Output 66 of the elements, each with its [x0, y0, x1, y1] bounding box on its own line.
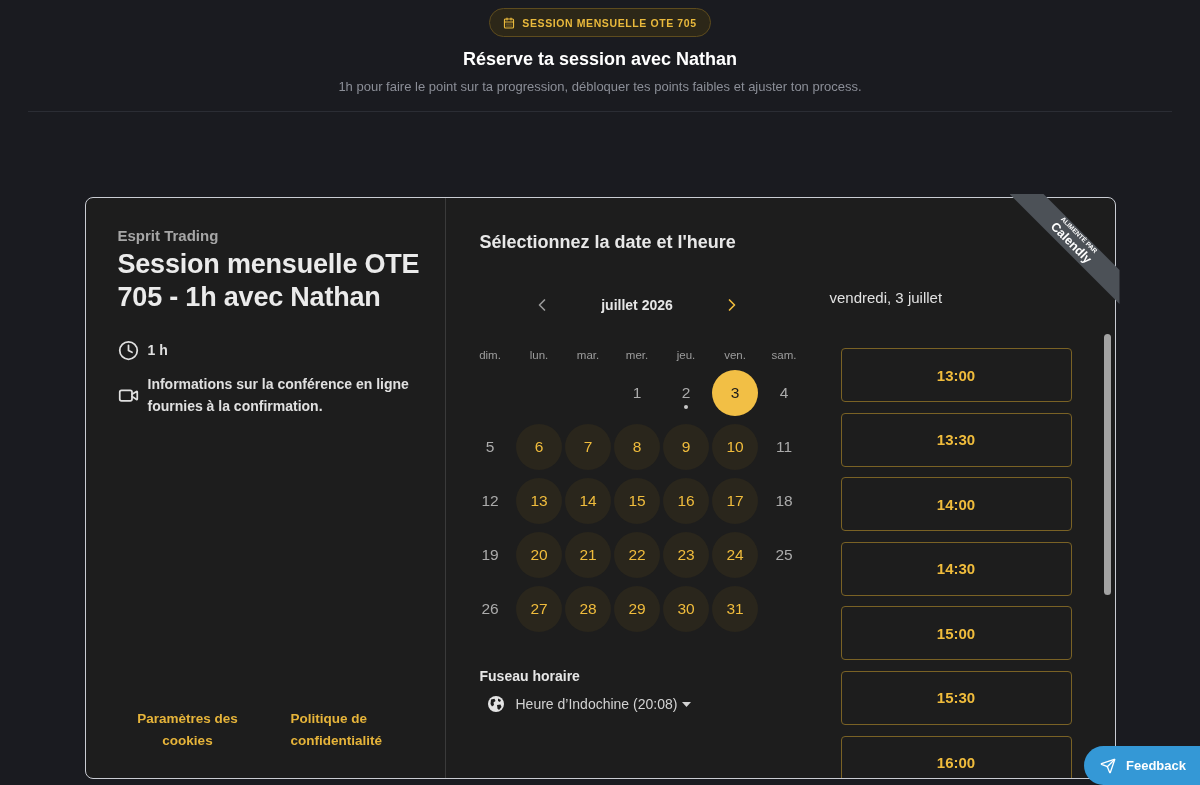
calendar-day: 5	[467, 424, 513, 470]
clock-icon	[117, 339, 139, 361]
globe-icon	[487, 696, 504, 712]
calendar-day[interactable]: 30	[663, 586, 709, 632]
calendar-day[interactable]: 13	[516, 478, 562, 524]
time-slot-button[interactable]: 15:00	[840, 606, 1072, 661]
calendar-day[interactable]: 31	[712, 586, 758, 632]
time-slot-button[interactable]: 13:00	[840, 348, 1072, 402]
calendar-day[interactable]: 24	[712, 532, 758, 578]
calendar-day: 11	[761, 424, 807, 470]
page-title: Réserve ta session avec Nathan	[462, 48, 738, 71]
calendar-day[interactable]: 20	[516, 532, 562, 578]
calendar-day[interactable]: 9	[663, 424, 709, 470]
calendar-day[interactable]: 3	[712, 370, 758, 416]
weekday-label: dim.	[479, 349, 501, 361]
calendar-day[interactable]: 8	[614, 424, 660, 470]
time-slot-button[interactable]: 14:30	[840, 541, 1072, 596]
calendar-icon	[503, 16, 516, 29]
time-slot-button[interactable]: 15:30	[840, 670, 1072, 725]
calendar-day: 12	[467, 478, 513, 524]
calendar-day[interactable]: 22	[614, 532, 660, 578]
weekday-label: mer.	[625, 349, 649, 361]
calendar-day: 19	[467, 532, 513, 578]
event-detail: 1 h	[147, 341, 168, 360]
footer-link[interactable]: Paramètres des cookies	[131, 708, 244, 752]
time-slot-button[interactable]: 16:00	[840, 735, 1072, 778]
weekday-label: ven.	[724, 349, 746, 361]
calendar-day: 1	[614, 370, 660, 416]
event-detail: Informations sur la conférence en ligne fournies à la confirmation.	[147, 375, 410, 416]
calendar-day: 4	[761, 370, 807, 416]
session-label: SESSION MENSUELLE OTE 705	[522, 16, 697, 29]
scheduler-title: Sélectionnez la date et l'heure	[479, 231, 736, 254]
calendar-day[interactable]: 15	[614, 478, 660, 524]
calendar-day[interactable]: 16	[663, 478, 709, 524]
weekday-label: jeu.	[676, 349, 696, 361]
weekday-label: mar.	[576, 349, 600, 361]
selected-date-heading: vendredi, 3 juillet	[829, 288, 943, 308]
calendar-day: 26	[467, 586, 513, 632]
calendar-day[interactable]: 17	[712, 478, 758, 524]
calendar-day[interactable]: 21	[565, 532, 611, 578]
weekday-label: lun.	[529, 349, 549, 361]
time-slot-button[interactable]: 13:30	[840, 412, 1072, 467]
scrollbar-thumb[interactable]	[1103, 334, 1111, 595]
page-subtitle: 1h pour faire le point sur ta progression, débloquer tes points faibles et ajuster ton process.	[338, 78, 862, 96]
weekday-label: sam.	[771, 349, 797, 361]
calendar-day: 18	[761, 478, 807, 524]
month-label: juillet 2026	[600, 297, 674, 313]
calendar-day[interactable]: 10	[712, 424, 758, 470]
today-dot-icon	[684, 405, 688, 409]
calendar-day[interactable]: 23	[663, 532, 709, 578]
calendar-day[interactable]: 29	[614, 586, 660, 632]
event-title: Session mensuelle OTE 705 - 1h avec Nathan	[117, 248, 421, 314]
calendar-day[interactable]: 14	[565, 478, 611, 524]
calendar-day[interactable]: 27	[516, 586, 562, 632]
send-icon	[1100, 757, 1116, 774]
timezone-label: Fuseau horaire	[479, 667, 580, 686]
footer-link[interactable]: Politique de confidentialité	[290, 708, 403, 752]
timezone-selector[interactable]: Heure d’Indochine (20:08)	[487, 694, 692, 714]
time-slot-button[interactable]: 14:00	[840, 477, 1072, 532]
organizer-name: Esprit Trading	[117, 226, 219, 246]
caret-icon	[682, 701, 692, 707]
calendar-day[interactable]: 6	[516, 424, 562, 470]
calendar-day: 2	[663, 370, 709, 416]
calendar-day: 25	[761, 532, 807, 578]
calendar-day[interactable]: 28	[565, 586, 611, 632]
calendar-day[interactable]: 7	[565, 424, 611, 470]
